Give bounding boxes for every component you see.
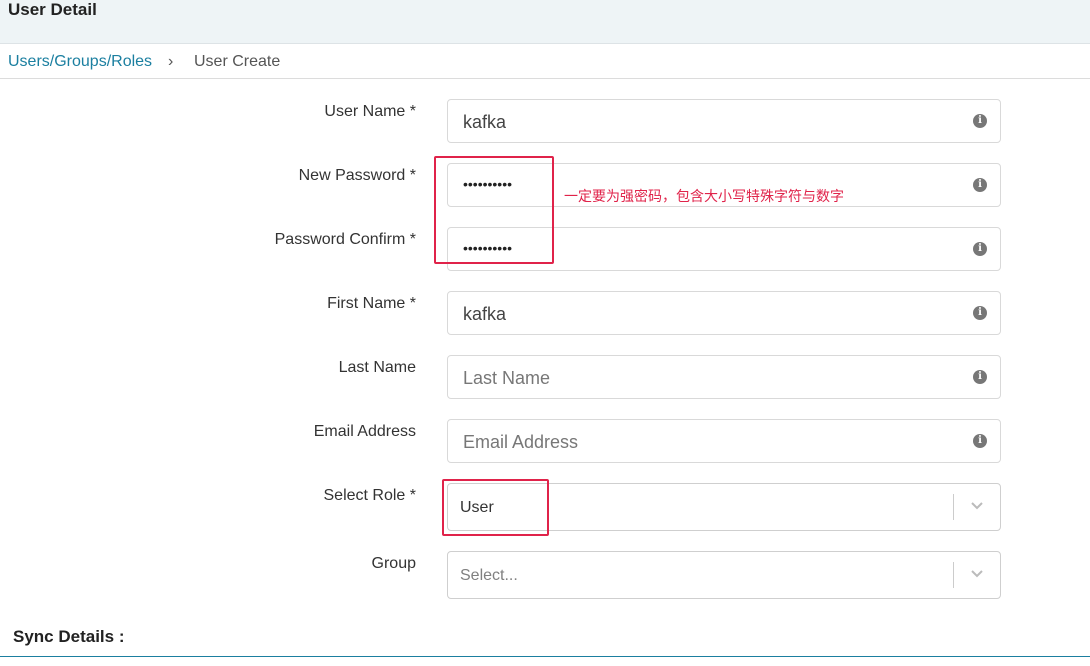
select-divider — [953, 562, 954, 588]
info-icon[interactable]: i — [973, 242, 987, 256]
breadcrumb-current: User Create — [194, 53, 281, 70]
group-select[interactable]: Select... — [447, 551, 1001, 599]
select-divider — [953, 494, 954, 520]
last-name-field[interactable]: Last Name i — [447, 355, 1001, 399]
section-divider — [0, 656, 1090, 657]
form-row-first-name: First Name * kafka i — [0, 291, 1090, 339]
password-annotation-note: 一定要为强密码，包含大小写特殊字符与数字 — [564, 189, 844, 205]
group-label: Group — [371, 555, 416, 572]
info-icon[interactable]: i — [973, 434, 987, 448]
breadcrumb: Users/Groups/Roles › User Create — [0, 44, 1090, 79]
form-row-group: Group Select... — [0, 551, 1090, 599]
username-value: kafka — [463, 112, 507, 132]
last-name-placeholder: Last Name — [463, 368, 551, 388]
sync-details-heading: Sync Details : — [13, 627, 125, 646]
role-highlight-box — [442, 479, 549, 536]
username-label: User Name * — [324, 103, 416, 120]
form-row-username: User Name * kafka i — [0, 99, 1090, 147]
info-icon[interactable]: i — [973, 114, 987, 128]
new-password-label: New Password * — [298, 167, 416, 184]
first-name-label: First Name * — [327, 295, 416, 312]
password-highlight-box — [434, 156, 554, 264]
chevron-down-icon[interactable] — [969, 497, 985, 513]
group-placeholder: Select... — [460, 567, 518, 584]
email-placeholder: Email Address — [463, 432, 579, 452]
breadcrumb-separator: › — [168, 53, 174, 70]
first-name-value: kafka — [463, 304, 507, 324]
role-label: Select Role * — [323, 487, 417, 504]
form-row-last-name: Last Name Last Name i — [0, 355, 1090, 403]
email-label: Email Address — [313, 423, 416, 440]
email-field[interactable]: Email Address i — [447, 419, 1001, 463]
password-confirm-label: Password Confirm * — [274, 231, 416, 248]
last-name-label: Last Name — [338, 359, 416, 376]
info-icon[interactable]: i — [973, 370, 987, 384]
form-row-email: Email Address Email Address i — [0, 419, 1090, 467]
info-icon[interactable]: i — [973, 306, 987, 320]
username-field[interactable]: kafka i — [447, 99, 1001, 143]
breadcrumb-link-users-groups-roles[interactable]: Users/Groups/Roles — [8, 53, 152, 71]
first-name-field[interactable]: kafka i — [447, 291, 1001, 335]
page-title: User Detail — [8, 0, 97, 19]
page-header: User Detail — [0, 0, 1090, 44]
info-icon[interactable]: i — [973, 178, 987, 192]
chevron-down-icon[interactable] — [969, 565, 985, 581]
